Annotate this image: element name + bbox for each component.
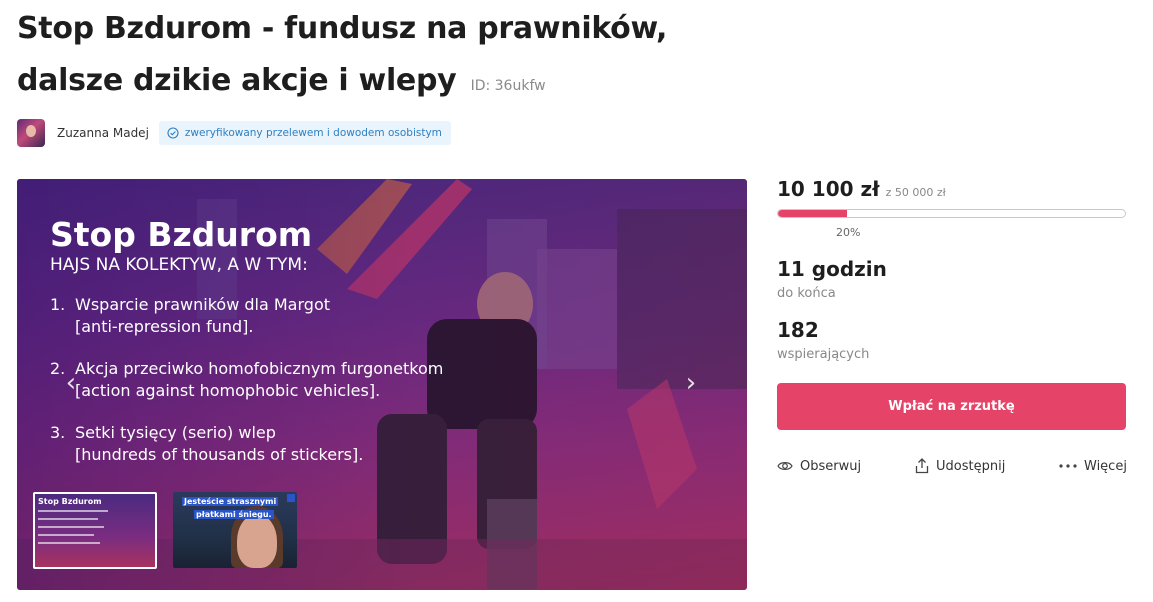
author-row: Zuzanna Madej zweryfikowany przelewem i … (17, 119, 451, 147)
goal-amount: z 50 000 zł (885, 186, 946, 199)
more-label: Więcej (1084, 458, 1127, 474)
progress-bar (777, 209, 1126, 218)
share-button[interactable]: Udostępnij (915, 455, 1005, 477)
more-button[interactable]: Więcej (1059, 455, 1127, 477)
hero-heading: Stop Bzdurom (50, 215, 313, 254)
ellipsis-icon (1059, 464, 1077, 468)
follow-button[interactable]: Obserwuj (777, 455, 861, 477)
author-name[interactable]: Zuzanna Madej (57, 126, 149, 140)
follow-label: Obserwuj (800, 458, 862, 474)
hero-item-translation: [anti-repression fund]. (75, 317, 254, 336)
progress-fill (778, 210, 848, 217)
amount-row: 10 100 zł z 50 000 zł (777, 177, 946, 201)
time-remaining-value: 11 godzin (777, 257, 887, 281)
chevron-right-icon: › (685, 368, 697, 398)
donate-button[interactable]: Wpłać na zrzutkę (777, 383, 1126, 430)
hero-item-number: 1. (50, 295, 66, 314)
hero-list-item: 3. Setki tysięcy (serio) wlep [hundreds o… (50, 422, 363, 466)
carousel-next-button[interactable]: › (679, 368, 703, 398)
campaign-title: Stop Bzdurom - fundusz na prawników, dal… (17, 3, 777, 112)
avatar[interactable] (17, 119, 45, 147)
thumbnail-text-line (38, 526, 104, 528)
thumbnail-caption-line: Jesteście strasznymi (182, 497, 279, 506)
campaign-title-text: Stop Bzdurom - fundusz na prawników, dal… (17, 11, 668, 98)
thumbnail-text-line (38, 534, 94, 536)
carousel-thumbnail[interactable]: Stop Bzdurom (33, 492, 157, 569)
carousel-thumbnail[interactable]: Jesteście strasznymi płatkami śniegu. (173, 492, 297, 568)
progress-percent: 20% (836, 226, 861, 239)
campaign-id: ID: 36ukfw (470, 78, 546, 94)
thumbnail-text-line (38, 510, 108, 512)
verified-badge: zweryfikowany przelewem i dowodem osobis… (158, 121, 451, 145)
hero-subheading: HAJS NA KOLEKTYW, A W TYM: (50, 255, 308, 275)
image-carousel[interactable]: Stop Bzdurom HAJS NA KOLEKTYW, A W TYM: … (17, 179, 747, 590)
share-label: Udostępnij (936, 458, 1006, 474)
hero-list-item: 1. Wsparcie prawników dla Margot [anti-re… (50, 294, 330, 338)
hero-item-translation: [action against homophobic vehicles]. (75, 381, 381, 400)
hero-item-text: Wsparcie prawników dla Margot (75, 295, 330, 314)
raised-amount: 10 100 zł (777, 177, 880, 201)
thumbnail-text-line (38, 542, 100, 544)
thumbnail-corner-mark (287, 494, 295, 502)
thumbnail-caption: Jesteście strasznymi płatkami śniegu. (182, 495, 279, 521)
thumbnail-caption-line: płatkami śniegu. (194, 510, 274, 519)
time-remaining-label: do końca (777, 286, 836, 301)
hero-item-translation: [hundreds of thousands of stickers]. (75, 445, 364, 464)
eye-icon (777, 462, 793, 470)
supporters-label: wspierających (777, 347, 870, 362)
hero-list-item: 2. Akcja przeciwko homofobicznym furgonet… (50, 358, 443, 402)
hero-item-text: Setki tysięcy (serio) wlep (75, 423, 276, 442)
thumbnail-text-line (38, 518, 98, 520)
verified-label: zweryfikowany przelewem i dowodem osobis… (184, 127, 442, 139)
carousel-prev-button[interactable]: ‹ (59, 368, 83, 398)
thumbnail-caption: Stop Bzdurom (38, 497, 102, 506)
chevron-left-icon: ‹ (65, 368, 77, 398)
hero-item-number: 3. (50, 423, 66, 442)
share-icon (915, 458, 929, 474)
supporters-count: 182 (777, 318, 819, 342)
check-circle-icon (167, 127, 179, 139)
hero-item-text: Akcja przeciwko homofobicznym furgonetko… (75, 359, 444, 378)
thumbnail-photo-face (237, 514, 277, 568)
